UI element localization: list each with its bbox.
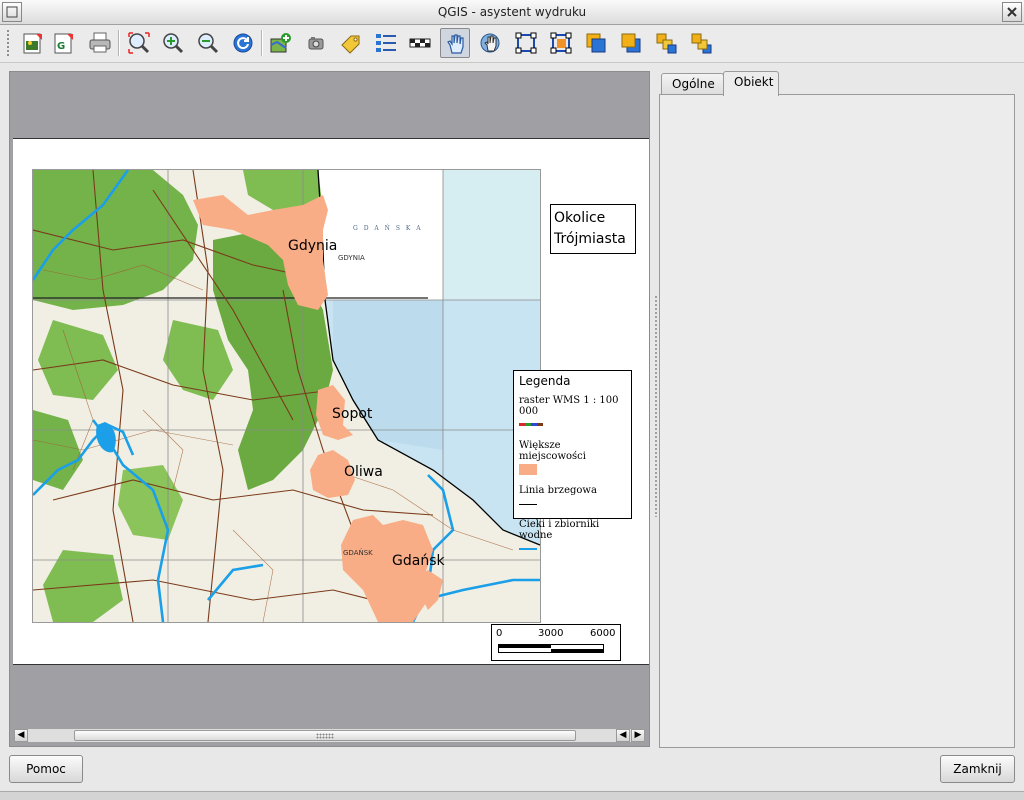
scrollbar-thumb[interactable]	[74, 730, 576, 741]
tab-general[interactable]: Ogólne	[661, 73, 724, 95]
scalebar-tick: 6000	[590, 628, 616, 639]
map-text-bay: G D A Ń S K A	[353, 224, 423, 232]
close-button[interactable]: Zamknij	[940, 755, 1015, 783]
place-label-gdynia: Gdynia	[288, 238, 337, 254]
zoom-full-icon[interactable]	[124, 28, 154, 58]
composer-toolbar: G	[0, 25, 1024, 63]
select-move-icon[interactable]	[440, 28, 470, 58]
scalebar-tick: 0	[496, 628, 503, 639]
legend-symbol-coastline	[519, 498, 626, 510]
zoom-in-icon[interactable]	[158, 28, 188, 58]
composer-canvas[interactable]: GDYNIA G D A Ń S K A GDAŃSK Gdynia Sopot…	[9, 71, 650, 747]
scroll-left-end-icon[interactable]: ◀	[616, 729, 630, 742]
composer-label-title[interactable]: Okolice Trójmiasta	[550, 204, 636, 254]
legend-item-label: Linia brzegowa	[519, 485, 597, 496]
ungroup-icon[interactable]	[546, 28, 576, 58]
legend-symbol-rivers	[519, 543, 626, 555]
horizontal-scrollbar[interactable]: ◀ ◀ ▶	[13, 728, 646, 743]
place-label-oliwa: Oliwa	[344, 464, 383, 480]
composer-legend[interactable]: Legenda raster WMS 1 : 100 000 Większe m…	[513, 370, 632, 550]
toolbar-separator	[118, 30, 120, 56]
legend-item-label: raster WMS 1 : 100 000	[519, 395, 619, 417]
close-window-icon[interactable]	[1002, 2, 1022, 22]
composer-scalebar[interactable]: 0 3000 6000	[491, 624, 621, 661]
add-map-icon[interactable]	[266, 28, 296, 58]
legend-symbol-raster	[519, 419, 626, 431]
move-content-icon[interactable]	[475, 28, 505, 58]
raise-icon[interactable]	[581, 28, 611, 58]
title-bar: QGIS - asystent wydruku	[0, 0, 1024, 25]
paper-page: GDYNIA G D A Ń S K A GDAŃSK Gdynia Sopot…	[13, 138, 649, 665]
zoom-out-icon[interactable]	[193, 28, 223, 58]
map-text-gdynia-print: GDYNIA	[338, 254, 365, 262]
add-image-icon[interactable]	[301, 28, 331, 58]
refresh-icon[interactable]	[228, 28, 258, 58]
add-scalebar-icon[interactable]	[405, 28, 435, 58]
toolbar-separator	[261, 30, 263, 56]
help-button[interactable]: Pomoc	[9, 755, 83, 783]
group-icon[interactable]	[511, 28, 541, 58]
legend-title: Legenda	[519, 374, 571, 388]
map-item[interactable]: GDYNIA G D A Ń S K A GDAŃSK Gdynia Sopot…	[32, 169, 541, 623]
svg-text:G: G	[57, 41, 65, 52]
print-icon[interactable]	[85, 28, 115, 58]
scroll-right-icon[interactable]: ▶	[631, 729, 645, 742]
move-bottom-icon[interactable]	[686, 28, 716, 58]
panel-splitter[interactable]	[654, 295, 658, 517]
add-label-icon[interactable]	[336, 28, 366, 58]
legend-symbol-towns	[519, 464, 626, 476]
map-text-gdansk-print: GDAŃSK	[343, 548, 373, 557]
toolbar-grip[interactable]	[6, 29, 10, 57]
legend-item-label: Większe miejscowości	[519, 440, 586, 462]
scalebar-bar	[498, 644, 604, 653]
scroll-left-icon[interactable]: ◀	[14, 729, 28, 742]
export-image-icon[interactable]	[18, 28, 48, 58]
move-top-icon[interactable]	[651, 28, 681, 58]
scalebar-tick: 3000	[538, 628, 564, 639]
tab-item[interactable]: Obiekt	[723, 71, 779, 96]
legend-item-label: Cieki i zbiorniki wodne	[519, 519, 600, 541]
place-label-gdansk: Gdańsk	[392, 553, 445, 569]
add-legend-icon[interactable]	[371, 28, 401, 58]
window-title: QGIS - asystent wydruku	[437, 5, 587, 19]
item-properties-pane	[659, 94, 1015, 748]
lower-icon[interactable]	[616, 28, 646, 58]
place-label-sopot: Sopot	[332, 406, 373, 422]
export-svg-icon[interactable]: G	[49, 28, 79, 58]
